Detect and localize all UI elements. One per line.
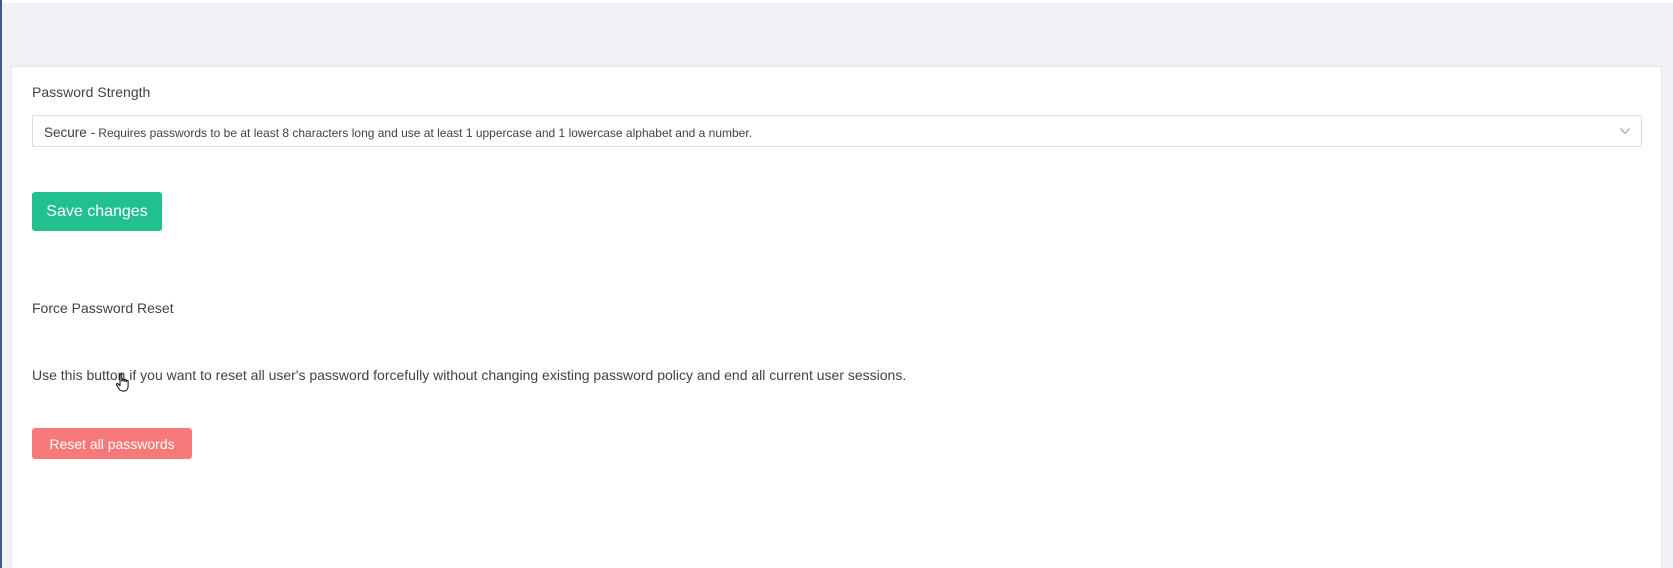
- select-option-name: Secure: [44, 125, 87, 140]
- password-strength-select[interactable]: Secure - Requires passwords to be at least…: [32, 115, 1642, 147]
- reset-all-passwords-button[interactable]: Reset all passwords: [32, 428, 192, 459]
- force-password-reset-description: Use this button if you want to reset all…: [32, 367, 907, 383]
- select-option-description: Requires passwords to be at least 8 char…: [98, 126, 753, 140]
- sidebar-edge: [0, 0, 2, 568]
- save-changes-button[interactable]: Save changes: [32, 192, 162, 231]
- chevron-down-icon: [1620, 128, 1630, 135]
- top-strip: [0, 0, 1673, 3]
- select-option-separator: -: [90, 125, 96, 140]
- settings-card: Password Strength Secure - Requires passwo…: [11, 66, 1662, 568]
- select-value: Secure - Requires passwords to be at least…: [44, 124, 752, 142]
- password-strength-label: Password Strength: [32, 84, 151, 100]
- force-password-reset-title: Force Password Reset: [32, 300, 174, 316]
